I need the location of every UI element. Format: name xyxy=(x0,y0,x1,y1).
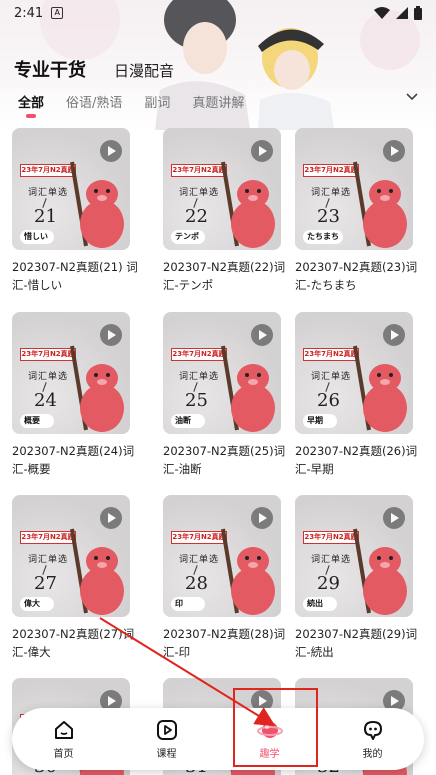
video-title[interactable]: 202307-N2真题(21) 词汇-惜しい xyxy=(12,258,138,294)
annotation-highlight-box xyxy=(233,688,318,767)
signal-icon xyxy=(396,7,408,19)
word-tag: 油断 xyxy=(171,414,205,428)
word-tag: たちまち xyxy=(303,230,343,244)
nav-profile[interactable]: 我的 xyxy=(321,708,424,770)
vocab-number: 21 xyxy=(34,206,57,227)
video-thumbnail[interactable]: 23年7月N2真题 词汇单选 27 偉大 xyxy=(12,495,130,617)
bear-mascot-icon xyxy=(353,161,407,248)
nav-courses[interactable]: 课程 xyxy=(115,708,218,770)
bear-mascot-icon xyxy=(70,345,124,432)
bear-mascot-icon xyxy=(70,528,124,615)
vocab-number: 27 xyxy=(34,573,57,594)
page-title: 专业干货 xyxy=(14,60,86,81)
word-tag: 偉大 xyxy=(20,597,54,611)
video-thumbnail[interactable]: 23年7月N2真题 词汇单选 25 油断 xyxy=(163,312,281,434)
video-card[interactable]: 23年7月N2真题 词汇单选 21 惜しい 202307-N2真题(21) 词汇-惜しい xyxy=(12,128,138,294)
page-subtitle[interactable]: 日漫配音 xyxy=(114,60,174,81)
video-title[interactable]: 202307-N2真题(22)词汇-テンポ xyxy=(163,258,289,294)
vocab-series-label: 词汇单选 xyxy=(28,555,69,565)
vocab-number: 24 xyxy=(34,390,57,411)
word-tag: 概要 xyxy=(20,414,54,428)
word-tag: 印 xyxy=(171,597,205,611)
bottom-nav: 首页 课程 趣学 我的 xyxy=(12,708,424,770)
play-icon[interactable] xyxy=(383,507,405,529)
video-card[interactable]: 23年7月N2真题 词汇单选 23 たちまち 202307-N2真题(23)词汇-たちま… xyxy=(295,128,417,294)
video-card[interactable]: 23年7月N2真题 词汇单选 25 油断 202307-N2真题(25)词汇-油断 xyxy=(163,312,285,478)
vocab-series-label: 词汇单选 xyxy=(311,188,352,198)
nav-profile-label: 我的 xyxy=(362,748,383,760)
page-header: 专业干货 日漫配音 xyxy=(14,56,174,82)
video-thumbnail[interactable]: 23年7月N2真题 词汇单选 24 概要 xyxy=(12,312,130,434)
word-tag: テンポ xyxy=(171,230,205,244)
nav-courses-label: 课程 xyxy=(156,748,177,760)
video-card[interactable]: 23年7月N2真题 词汇单选 28 印 202307-N2真题(28)词汇-印 xyxy=(163,495,285,661)
nav-home[interactable]: 首页 xyxy=(12,708,115,770)
video-title[interactable]: 202307-N2真题(25)词汇-油断 xyxy=(163,442,289,478)
play-icon[interactable] xyxy=(100,507,122,529)
vocab-number: 28 xyxy=(185,573,208,594)
bear-mascot-icon xyxy=(221,528,275,615)
word-tag: 惜しい xyxy=(20,230,54,244)
nav-home-label: 首页 xyxy=(53,748,74,760)
bear-mascot-icon xyxy=(221,345,275,432)
wifi-icon xyxy=(374,7,390,19)
chevron-down-icon[interactable] xyxy=(406,92,418,102)
vocab-series-label: 词汇单选 xyxy=(311,372,352,382)
video-thumbnail[interactable]: 23年7月N2真题 词汇单选 28 印 xyxy=(163,495,281,617)
word-tag: 早期 xyxy=(303,414,337,428)
vocab-series-label: 词汇单选 xyxy=(311,555,352,565)
home-icon xyxy=(54,720,73,739)
video-title[interactable]: 202307-N2真题(23)词汇-たちまち xyxy=(295,258,421,294)
bear-mascot-icon xyxy=(70,161,124,248)
play-icon[interactable] xyxy=(383,140,405,162)
video-thumbnail[interactable]: 23年7月N2真题 词汇单选 29 続出 xyxy=(295,495,413,617)
vocab-series-label: 词汇单选 xyxy=(179,555,220,565)
play-icon[interactable] xyxy=(100,140,122,162)
video-title[interactable]: 202307-N2真题(27)词汇-偉大 xyxy=(12,625,138,661)
bear-mascot-icon xyxy=(353,345,407,432)
video-card[interactable]: 23年7月N2真题 词汇单选 29 続出 202307-N2真题(29)词汇-続出 xyxy=(295,495,417,661)
tab-adverbs[interactable]: 副词 xyxy=(144,92,170,111)
vocab-number: 29 xyxy=(317,573,340,594)
vocab-series-label: 词汇单选 xyxy=(179,188,220,198)
vocab-number: 23 xyxy=(317,206,340,227)
video-card[interactable]: 23年7月N2真题 词汇单选 26 早期 202307-N2真题(26)词汇-早期 xyxy=(295,312,417,478)
video-title[interactable]: 202307-N2真题(28)词汇-印 xyxy=(163,625,289,661)
video-thumbnail[interactable]: 23年7月N2真题 词汇单选 21 惜しい xyxy=(12,128,130,250)
tab-exam-explanations[interactable]: 真题讲解 xyxy=(192,92,244,111)
word-tag: 続出 xyxy=(303,597,337,611)
video-card[interactable]: 23年7月N2真题 词汇单选 27 偉大 202307-N2真题(27)词汇-偉大 xyxy=(12,495,134,661)
video-thumbnail[interactable]: 23年7月N2真题 词汇单选 22 テンポ xyxy=(163,128,281,250)
vocab-number: 26 xyxy=(317,390,340,411)
status-time: 2:41 xyxy=(14,5,44,21)
tab-all[interactable]: 全部 xyxy=(18,92,44,118)
play-square-icon xyxy=(156,719,177,740)
face-icon xyxy=(363,720,382,740)
video-card[interactable]: 23年7月N2真题 词汇单选 22 テンポ 202307-N2真题(22)词汇-テンポ xyxy=(163,128,285,294)
video-thumbnail[interactable]: 23年7月N2真题 词汇单选 23 たちまち xyxy=(295,128,413,250)
video-card[interactable]: 23年7月N2真题 词汇单选 24 概要 202307-N2真题(24)词汇-概要 xyxy=(12,312,134,478)
vocab-number: 25 xyxy=(185,390,208,411)
vocab-series-label: 词汇单选 xyxy=(179,372,220,382)
video-title[interactable]: 202307-N2真题(29)词汇-続出 xyxy=(295,625,421,661)
bear-mascot-icon xyxy=(353,528,407,615)
video-title[interactable]: 202307-N2真题(24)词汇-概要 xyxy=(12,442,138,478)
video-title[interactable]: 202307-N2真题(26)词汇-早期 xyxy=(295,442,421,478)
play-icon[interactable] xyxy=(251,140,273,162)
notification-a-icon: A xyxy=(51,7,64,19)
play-icon[interactable] xyxy=(251,507,273,529)
play-icon[interactable] xyxy=(100,324,122,346)
status-bar: 2:41 A xyxy=(0,0,436,26)
video-thumbnail[interactable]: 23年7月N2真题 词汇单选 26 早期 xyxy=(295,312,413,434)
vocab-series-label: 词汇单选 xyxy=(28,372,69,382)
play-icon[interactable] xyxy=(383,324,405,346)
tab-idioms[interactable]: 俗语/熟语 xyxy=(66,92,122,111)
vocab-series-label: 词汇单选 xyxy=(28,188,69,198)
category-tabs: 全部 俗语/熟语 副词 真题讲解 xyxy=(18,92,418,118)
battery-icon xyxy=(414,6,422,20)
play-icon[interactable] xyxy=(251,324,273,346)
bear-mascot-icon xyxy=(221,161,275,248)
vocab-number: 22 xyxy=(185,206,208,227)
